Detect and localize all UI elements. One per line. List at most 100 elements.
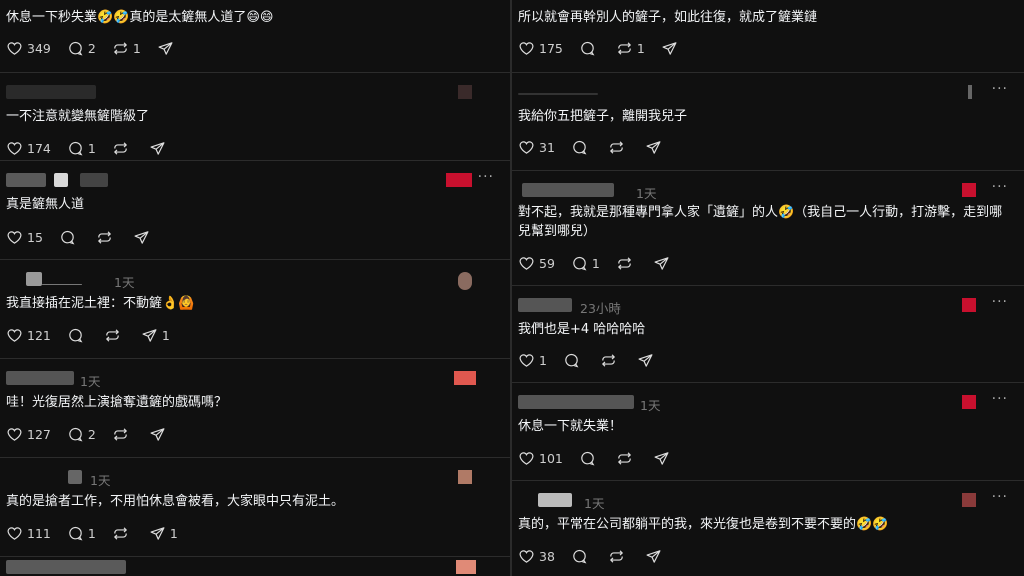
repost-button[interactable] bbox=[112, 525, 133, 542]
comment-button[interactable] bbox=[579, 450, 600, 467]
more-options-button[interactable]: ··· bbox=[478, 169, 494, 185]
reply-header: 1天 ··· bbox=[518, 391, 1018, 413]
heart-icon bbox=[7, 141, 22, 155]
username-redacted bbox=[6, 560, 126, 574]
profile-badge bbox=[962, 493, 976, 507]
more-options-button[interactable]: ··· bbox=[992, 81, 1008, 97]
username-redacted bbox=[518, 395, 634, 409]
repost-button[interactable] bbox=[104, 327, 125, 344]
repost-button[interactable] bbox=[616, 450, 637, 467]
comment-button[interactable]: 2 bbox=[67, 40, 96, 57]
send-icon bbox=[654, 451, 669, 465]
share-button[interactable]: 1 bbox=[141, 327, 170, 344]
repost-button[interactable] bbox=[616, 255, 637, 272]
repost-button[interactable] bbox=[608, 139, 629, 156]
comment-button[interactable] bbox=[571, 548, 592, 565]
reply-post: 所以就會再幹別人的鏟子，如此往復，就成了鏟業鏈 175 1 bbox=[512, 0, 1024, 73]
reply-post: 23小時 ··· 我們也是+4 哈哈哈哈 1 bbox=[512, 286, 1024, 383]
comment-button[interactable] bbox=[59, 229, 80, 246]
comment-button[interactable]: 1 bbox=[67, 140, 96, 157]
like-button[interactable]: 38 bbox=[518, 548, 555, 565]
like-button[interactable]: 175 bbox=[518, 40, 563, 57]
action-bar: 127 2 bbox=[6, 425, 186, 443]
more-options-button[interactable]: ··· bbox=[992, 489, 1008, 505]
share-button[interactable] bbox=[637, 352, 658, 369]
action-bar: 174 1 bbox=[6, 139, 186, 157]
like-button[interactable]: 111 bbox=[6, 525, 51, 542]
like-button[interactable]: 174 bbox=[6, 140, 51, 157]
share-button[interactable] bbox=[653, 255, 674, 272]
heart-icon bbox=[519, 451, 534, 465]
like-count: 59 bbox=[539, 255, 555, 271]
share-button[interactable] bbox=[653, 450, 674, 467]
reply-header: 1天 ··· bbox=[518, 489, 1018, 511]
reply-header bbox=[6, 85, 504, 101]
share-button[interactable]: 1 bbox=[149, 525, 178, 542]
comment-button[interactable] bbox=[579, 40, 600, 57]
repost-count: 1 bbox=[636, 40, 645, 56]
like-count: 175 bbox=[539, 40, 563, 56]
send-icon bbox=[150, 427, 165, 441]
comment-button[interactable] bbox=[571, 139, 592, 156]
heart-icon bbox=[7, 427, 22, 441]
like-button[interactable]: 59 bbox=[518, 255, 555, 272]
username-redacted bbox=[518, 298, 572, 312]
like-button[interactable]: 349 bbox=[6, 40, 51, 57]
avatar bbox=[6, 85, 96, 99]
share-button[interactable] bbox=[661, 40, 682, 57]
send-icon bbox=[646, 140, 661, 154]
like-button[interactable]: 31 bbox=[518, 139, 555, 156]
comment-button[interactable] bbox=[563, 352, 584, 369]
comment-icon bbox=[581, 451, 595, 466]
action-bar: 38 bbox=[518, 547, 682, 565]
share-button[interactable] bbox=[149, 140, 170, 157]
reply-text: 所以就會再幹別人的鏟子，如此往復，就成了鏟業鏈 bbox=[518, 10, 818, 25]
like-button[interactable]: 101 bbox=[518, 450, 563, 467]
comment-button[interactable] bbox=[67, 327, 88, 344]
heart-icon bbox=[7, 328, 22, 342]
like-button[interactable]: 121 bbox=[6, 327, 51, 344]
repost-button[interactable] bbox=[608, 548, 629, 565]
reply-text: 真的是搶者工作，不用怕休息會被看，大家眼中只有泥土。 bbox=[6, 494, 345, 509]
action-bar: 111 1 1 bbox=[6, 524, 194, 542]
post-age: 1天 bbox=[80, 374, 101, 389]
more-options-button[interactable]: ··· bbox=[992, 391, 1008, 407]
reply-header: ··· bbox=[518, 81, 1018, 101]
comment-button[interactable]: 1 bbox=[571, 255, 600, 272]
like-button[interactable]: 127 bbox=[6, 426, 51, 443]
like-count: 127 bbox=[27, 426, 51, 442]
comment-button[interactable]: 1 bbox=[67, 525, 96, 542]
more-options-button[interactable]: ··· bbox=[992, 294, 1008, 310]
more-options-button[interactable]: ··· bbox=[992, 179, 1008, 195]
repost-button[interactable] bbox=[112, 140, 133, 157]
send-icon bbox=[638, 353, 653, 367]
post-age: 23小時 bbox=[580, 301, 621, 316]
repost-button[interactable] bbox=[112, 426, 133, 443]
share-button[interactable] bbox=[157, 40, 178, 57]
like-button[interactable]: 1 bbox=[518, 352, 547, 369]
repost-button[interactable] bbox=[96, 229, 117, 246]
action-bar: 349 2 1 bbox=[6, 39, 194, 57]
repost-button[interactable] bbox=[600, 352, 621, 369]
reply-text: 我們也是+4 哈哈哈哈 bbox=[518, 322, 646, 337]
share-button[interactable] bbox=[645, 548, 666, 565]
like-button[interactable]: 15 bbox=[6, 229, 43, 246]
avatar bbox=[6, 173, 46, 187]
comment-count: 2 bbox=[87, 426, 96, 442]
send-icon bbox=[142, 328, 157, 342]
reply-header bbox=[6, 560, 504, 576]
comment-button[interactable]: 2 bbox=[67, 426, 96, 443]
heart-icon bbox=[7, 230, 22, 244]
reply-post: 一不注意就變無鏟階級了 174 1 bbox=[0, 73, 510, 161]
comment-icon bbox=[69, 427, 83, 442]
comment-icon bbox=[69, 526, 83, 541]
reply-text: 休息一下秒失業🤣🤣真的是太鏟無人道了😄😄 bbox=[6, 10, 274, 25]
share-button[interactable] bbox=[645, 139, 666, 156]
comment-count: 1 bbox=[591, 255, 600, 271]
repost-button[interactable]: 1 bbox=[112, 40, 141, 57]
share-button[interactable] bbox=[133, 229, 154, 246]
share-button[interactable] bbox=[149, 426, 170, 443]
repost-button[interactable]: 1 bbox=[616, 40, 645, 57]
reply-post: 1天 ··· 休息一下就失業！ 101 bbox=[512, 383, 1024, 481]
reply-post: 1天 哇！光復居然上演搶奪遺鏟的戲碼嗎？ 127 2 bbox=[0, 359, 510, 458]
